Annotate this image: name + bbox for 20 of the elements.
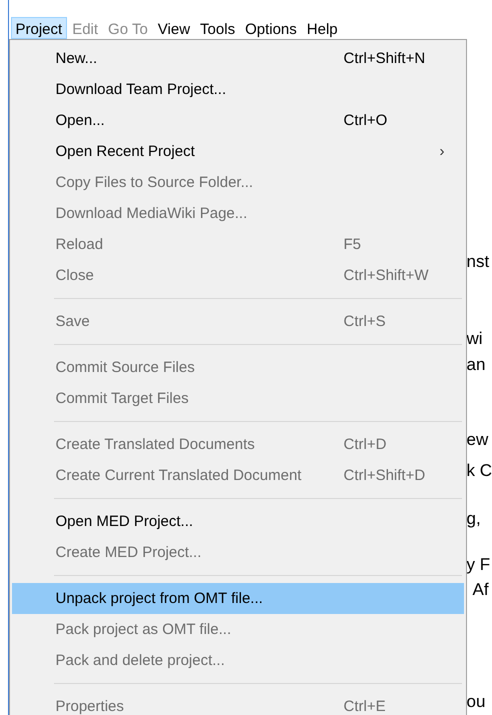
document-text: an [466, 354, 486, 376]
menu-item[interactable]: Open Recent Project › [12, 136, 464, 167]
document-text: wi [466, 328, 484, 350]
menu-item[interactable]: Open MED Project... [12, 506, 464, 537]
document-text: y F [466, 554, 492, 576]
document-text: k C [466, 460, 492, 482]
menu-bar-item[interactable]: Project [10, 17, 68, 39]
document-text: nst [466, 251, 490, 273]
document-text: ou [466, 691, 486, 713]
menu-bar-item[interactable]: Options [240, 17, 302, 39]
menu-bar-item[interactable]: View [152, 17, 196, 39]
menu-item[interactable]: Download Team Project... [12, 74, 464, 105]
document-text: Af [472, 579, 490, 601]
menu-item[interactable]: Unpack project from OMT file... [12, 583, 464, 614]
menu-bar-item[interactable]: Help [302, 17, 343, 39]
document-text: ew [466, 429, 490, 451]
menu-bar-item[interactable]: Tools [195, 17, 240, 39]
menu-item[interactable]: Open... Ctrl+O [12, 105, 464, 136]
menu-item[interactable]: New... Ctrl+Shift+N [12, 43, 464, 74]
document-text: g, [466, 508, 482, 530]
